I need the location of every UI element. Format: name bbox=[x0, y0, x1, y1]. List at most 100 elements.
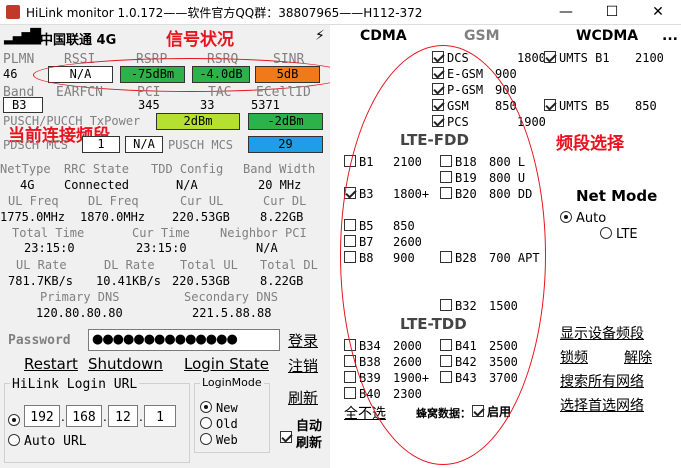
annotation-signal: 信号状况 bbox=[166, 30, 234, 50]
carrier-label: 中国联通 4G bbox=[40, 33, 117, 48]
select-network-link[interactable]: 选择首选网络 bbox=[560, 395, 644, 415]
radio-circle-icon bbox=[600, 227, 612, 239]
cur-dl-label: Cur DL bbox=[263, 194, 307, 208]
auto-url-radio[interactable]: Auto URL bbox=[8, 434, 87, 449]
pusch-mcs-value: 29 bbox=[248, 136, 323, 153]
band-freq: 2100 bbox=[635, 51, 664, 65]
plmn-label: PLMN bbox=[3, 52, 35, 67]
txpower-value-2: -2dBm bbox=[248, 113, 323, 130]
login-button[interactable]: 登录 bbox=[288, 330, 318, 351]
secondary-dns-value: 221.5.88.88 bbox=[192, 306, 272, 320]
refresh-button[interactable]: 刷新 bbox=[288, 387, 318, 408]
lock-band-link[interactable]: 锁频 bbox=[560, 347, 588, 367]
ip-octet-4[interactable]: 1 bbox=[144, 405, 176, 427]
ul-rate-label: UL Rate bbox=[16, 258, 67, 272]
net-mode-lte-label: LTE bbox=[616, 227, 638, 242]
logout-button[interactable]: 注销 bbox=[288, 355, 318, 376]
cur-dl-value: 8.22GB bbox=[260, 210, 304, 224]
maximize-button[interactable]: ☐ bbox=[589, 0, 635, 25]
right-panel: CDMA GSM WCDMA ... DCS 1800 E-GSM 900 P-GS… bbox=[330, 25, 681, 468]
ip-octet-2[interactable]: 168 bbox=[66, 405, 102, 427]
ip-octet-3[interactable]: 12 bbox=[108, 405, 138, 427]
pdsch-mcs-label: PDSCH MCS bbox=[3, 138, 69, 152]
app-icon bbox=[6, 5, 20, 19]
cur-ul-label: Cur UL bbox=[180, 194, 224, 208]
band-value: B3 bbox=[12, 98, 27, 112]
ip-octet-2-value: 168 bbox=[72, 410, 96, 425]
net-mode-heading: Net Mode bbox=[576, 187, 658, 205]
bandwidth-value: 20 MHz bbox=[258, 178, 302, 192]
auto-refresh-label: 自动刷新 bbox=[296, 419, 323, 451]
close-button[interactable]: ✕ bbox=[635, 0, 681, 25]
shutdown-button[interactable]: Shutdown bbox=[88, 355, 163, 373]
radio-circle-icon bbox=[200, 433, 212, 445]
password-input[interactable]: ●●●●●●●●●●●●●● bbox=[88, 329, 280, 351]
txpower-label: PUSCH/PUCCH TxPower bbox=[3, 114, 141, 128]
search-network-link[interactable]: 搜索所有网络 bbox=[560, 371, 644, 391]
ul-freq-label: UL Freq bbox=[8, 194, 59, 208]
net-mode-auto-radio[interactable]: Auto bbox=[560, 211, 606, 226]
pdsch-mcs-value-1: 1 bbox=[82, 136, 120, 153]
gsm-heading: GSM bbox=[464, 28, 500, 44]
mode-new-radio[interactable]: New bbox=[200, 401, 238, 415]
cur-ul-value: 220.53GB bbox=[172, 210, 230, 224]
earfcn-label: EARFCN bbox=[56, 85, 103, 100]
mode-web-radio[interactable]: Web bbox=[200, 433, 238, 447]
restart-button[interactable]: Restart bbox=[24, 355, 78, 373]
cur-time-label: Cur Time bbox=[132, 226, 190, 240]
total-time-value: 23:15:0 bbox=[24, 241, 75, 255]
band-name: UMTS B1 bbox=[559, 51, 610, 65]
more-options-button[interactable]: ... bbox=[662, 28, 678, 44]
total-time-label: Total Time bbox=[12, 226, 85, 240]
unlock-band-link[interactable]: 解除 bbox=[624, 347, 652, 367]
show-device-bands-link[interactable]: 显示设备频段 bbox=[560, 323, 644, 343]
pdsch-mcs-value-2: N/A bbox=[125, 136, 163, 153]
net-mode-auto-label: Auto bbox=[576, 211, 607, 226]
wcdma-band-b5[interactable]: UMTS B5 850 bbox=[544, 99, 657, 113]
login-url-label: HiLink Login URL bbox=[10, 377, 140, 392]
radio-dot-icon bbox=[560, 211, 572, 223]
auto-refresh-checkbox[interactable] bbox=[280, 427, 295, 446]
annotation-band-select: 频段选择 bbox=[556, 134, 624, 154]
band-select-annotation-ellipse bbox=[340, 45, 546, 465]
lightning-icon: ⚡ bbox=[315, 28, 325, 44]
login-state-button[interactable]: Login State bbox=[184, 355, 269, 373]
mode-old-radio[interactable]: Old bbox=[200, 417, 238, 431]
login-mode-label: LoginMode bbox=[200, 376, 264, 389]
radio-dot-icon bbox=[200, 401, 212, 413]
dl-freq-label: DL Freq bbox=[88, 194, 139, 208]
ip-octet-1-value: 192 bbox=[30, 410, 54, 425]
secondary-dns-label: Secondary DNS bbox=[184, 290, 278, 304]
pci-value: 345 bbox=[138, 98, 160, 112]
ip-dot-3: . bbox=[139, 410, 143, 424]
primary-dns-value: 120.80.80.80 bbox=[36, 306, 123, 320]
primary-dns-label: Primary DNS bbox=[40, 290, 120, 304]
ecellid-value: 5371 bbox=[251, 98, 280, 112]
net-mode-lte-radio[interactable]: LTE bbox=[600, 227, 638, 242]
ip-octet-1[interactable]: 192 bbox=[24, 405, 60, 427]
rrc-value: Connected bbox=[64, 178, 130, 192]
password-label: Password bbox=[8, 333, 71, 348]
url-manual-radio[interactable] bbox=[8, 410, 24, 429]
title-bar: HiLink monitor 1.0.172——软件官方QQ群：38807965… bbox=[0, 0, 681, 25]
wcdma-band-b1[interactable]: UMTS B1 2100 bbox=[544, 51, 664, 65]
ip-octet-4-value: 1 bbox=[156, 410, 164, 425]
nettype-value: 4G bbox=[20, 178, 35, 192]
bandwidth-label: Band Width bbox=[243, 162, 316, 176]
tdd-label: TDD Config bbox=[151, 162, 224, 176]
ip-dot-1: . bbox=[61, 410, 65, 424]
radio-dot-icon bbox=[8, 414, 20, 426]
neighbor-pci-value: N/A bbox=[256, 241, 278, 255]
ip-octet-3-value: 12 bbox=[115, 410, 131, 425]
neighbor-pci-label: Neighbor PCI bbox=[220, 226, 307, 240]
password-value: ●●●●●●●●●●●●●● bbox=[92, 332, 238, 347]
total-ul-label: Total UL bbox=[180, 258, 238, 272]
auto-url-label: Auto URL bbox=[24, 434, 87, 449]
window-title: HiLink monitor 1.0.172——软件官方QQ群：38807965… bbox=[26, 6, 423, 20]
band-freq: 1800 bbox=[517, 51, 546, 65]
minimize-button[interactable]: — bbox=[543, 0, 589, 25]
mode-web-label: Web bbox=[216, 433, 238, 447]
total-dl-value: 8.22GB bbox=[260, 274, 304, 288]
left-panel: ▂▄▆█ 中国联通 4G 信号状况 ⚡ PLMN RSSI RSRP RSRQ … bbox=[0, 25, 349, 468]
checkbox-icon bbox=[344, 387, 356, 399]
